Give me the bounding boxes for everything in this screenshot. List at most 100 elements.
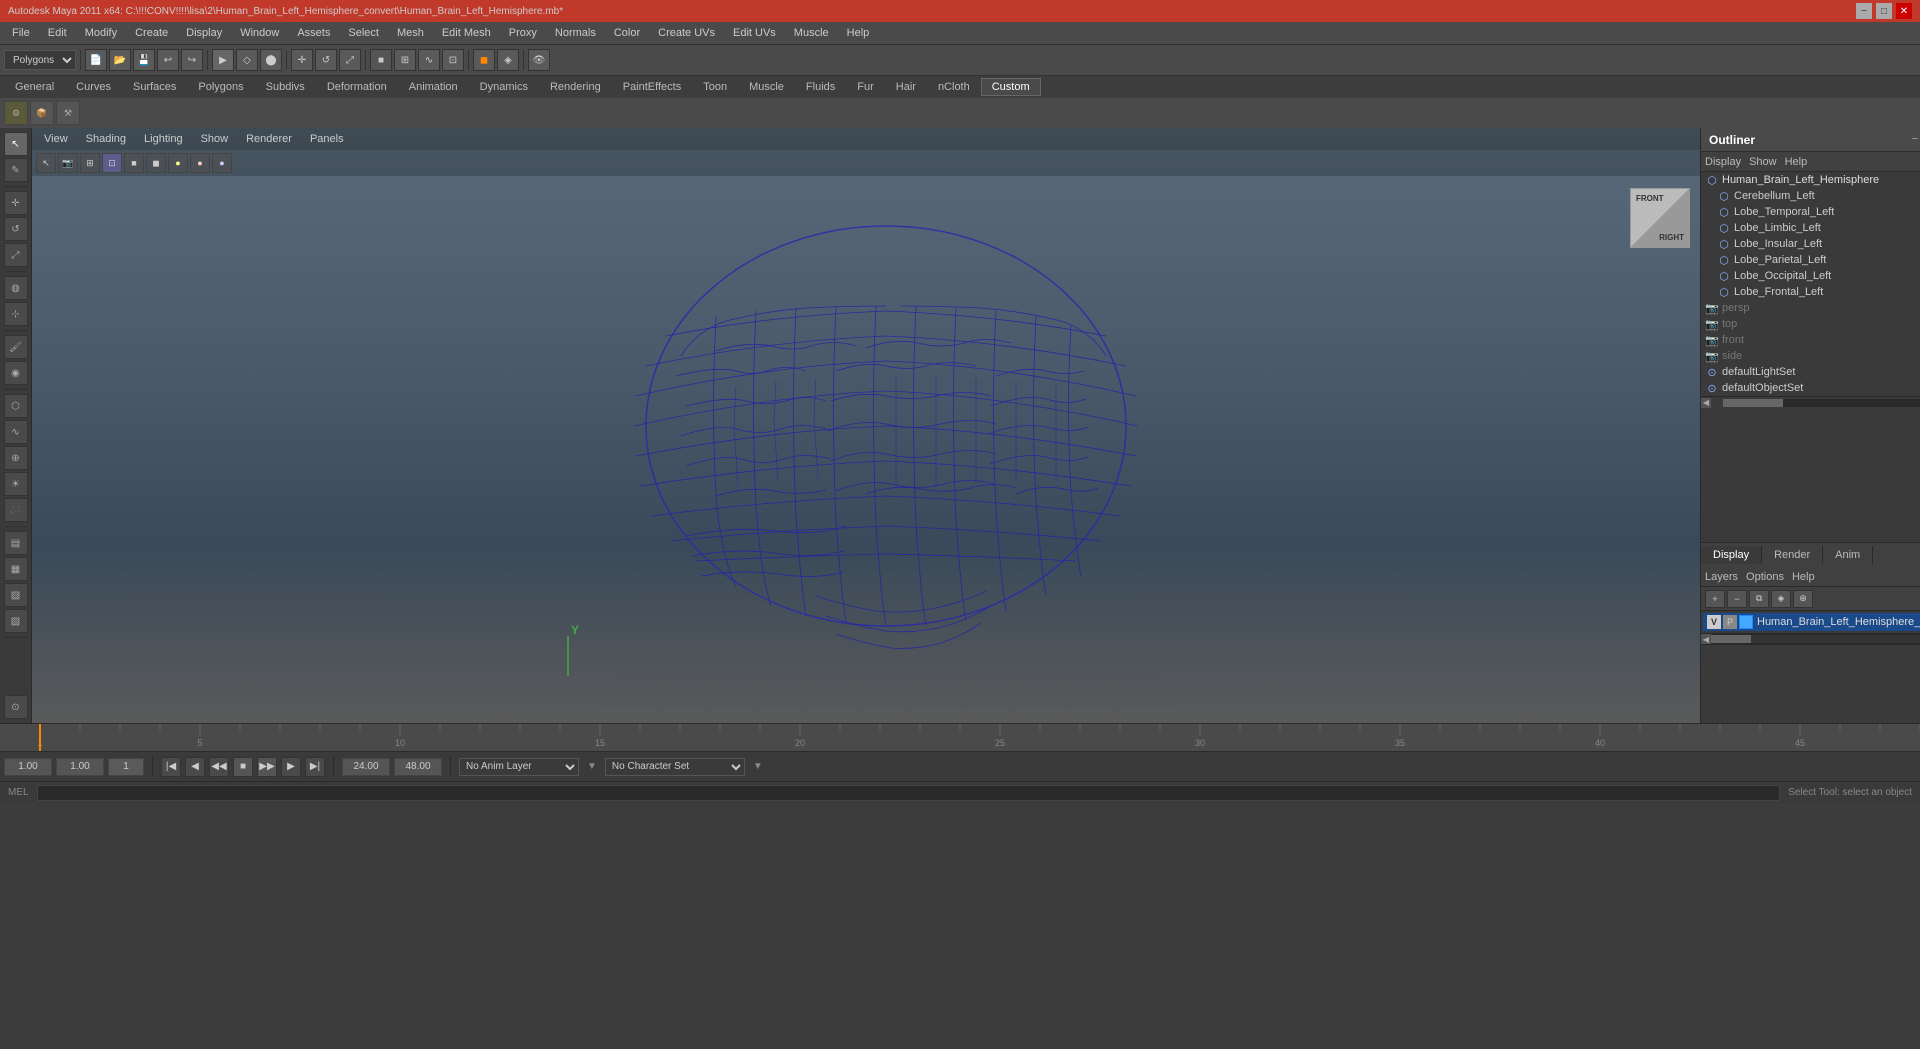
shelf-tab-muscle[interactable]: Muscle [738, 78, 795, 96]
menu-window[interactable]: Window [232, 25, 287, 41]
render-btn[interactable]: ◼ [473, 49, 495, 71]
close-button[interactable]: ✕ [1896, 3, 1912, 19]
select-tool-btn[interactable]: ▶ [212, 49, 234, 71]
start-frame-input[interactable]: 1.00 [4, 758, 52, 776]
ol-item-lightset[interactable]: ⊙ defaultLightSet [1701, 364, 1920, 380]
rotate-btn[interactable]: ↺ [315, 49, 337, 71]
menu-file[interactable]: File [4, 25, 38, 41]
layer-scroll-thumb[interactable] [1711, 635, 1751, 643]
menu-modify[interactable]: Modify [77, 25, 125, 41]
vp-grid-btn[interactable]: ⊞ [80, 153, 100, 173]
scale-tool-left[interactable]: ⤢ [4, 243, 28, 267]
shelf-tab-animation[interactable]: Animation [398, 78, 469, 96]
menu-normals[interactable]: Normals [547, 25, 604, 41]
create-poly-btn[interactable]: ⬡ [4, 394, 28, 418]
paint-weights-btn[interactable]: ◉ [4, 361, 28, 385]
menu-createuvs[interactable]: Create UVs [650, 25, 723, 41]
end-frame-input[interactable] [342, 758, 390, 776]
layer-vis-p[interactable]: P [1723, 615, 1737, 629]
create-surface-btn[interactable]: ⊕ [4, 446, 28, 470]
ol-show[interactable]: Show [1749, 156, 1777, 168]
vp-shade-btn[interactable]: ◼ [146, 153, 166, 173]
current-frame-input[interactable]: 1 [108, 758, 144, 776]
menu-muscle[interactable]: Muscle [786, 25, 837, 41]
shelf-icon-1[interactable]: ⚙ [4, 101, 28, 125]
shelf-tab-fur[interactable]: Fur [846, 78, 885, 96]
rotate-tool-left[interactable]: ↺ [4, 217, 28, 241]
vp-menu-shading[interactable]: Shading [78, 131, 134, 147]
redo-btn[interactable]: ↪ [181, 49, 203, 71]
select-tool-left[interactable]: ↖ [4, 132, 28, 156]
shelf-tab-surfaces[interactable]: Surfaces [122, 78, 187, 96]
layer-sub-layers[interactable]: Layers [1705, 571, 1738, 583]
snap-grid-btn[interactable]: ⊞ [394, 49, 416, 71]
timeline-bar[interactable]: 151015202530354045 [0, 724, 1920, 751]
prev-key-btn[interactable]: |◀ [161, 757, 181, 777]
layer-tab-display[interactable]: Display [1701, 546, 1762, 564]
ol-item-persp[interactable]: 📷 persp [1701, 300, 1920, 316]
shelf-tab-hair[interactable]: Hair [885, 78, 927, 96]
play-fwd-btn[interactable]: ▶▶ [257, 757, 277, 777]
menu-mesh[interactable]: Mesh [389, 25, 432, 41]
display-layer-btn[interactable]: ▦ [4, 557, 28, 581]
layer-tab-render[interactable]: Render [1762, 546, 1823, 564]
shelf-tab-ncloth[interactable]: nCloth [927, 78, 981, 96]
quick-sel-btn[interactable]: ⊙ [4, 695, 28, 719]
menu-edituvs[interactable]: Edit UVs [725, 25, 784, 41]
vp-wire-btn[interactable]: ⊡ [102, 153, 122, 173]
ol-display[interactable]: Display [1705, 156, 1741, 168]
snap-curve-btn[interactable]: ∿ [418, 49, 440, 71]
ol-item-brain[interactable]: ⬡ Human_Brain_Left_Hemisphere [1701, 172, 1920, 188]
stop-btn[interactable]: ■ [233, 757, 253, 777]
lasso-tool-btn[interactable]: ◇ [236, 49, 258, 71]
layer-sub-help[interactable]: Help [1792, 571, 1815, 583]
outliner-scroll-thumb[interactable] [1723, 399, 1783, 407]
vp-menu-lighting[interactable]: Lighting [136, 131, 191, 147]
ol-item-parietal[interactable]: ⬡ Lobe_Parietal_Left [1701, 252, 1920, 268]
menu-color[interactable]: Color [606, 25, 648, 41]
layer-del-btn[interactable]: − [1727, 590, 1747, 608]
vp-light3-btn[interactable]: ● [212, 153, 232, 173]
shelf-tab-rendering[interactable]: Rendering [539, 78, 612, 96]
menu-select[interactable]: Select [340, 25, 387, 41]
scale-btn[interactable]: ⤢ [339, 49, 361, 71]
maximize-button[interactable]: □ [1876, 3, 1892, 19]
layer-copy-btn[interactable]: ⧉ [1749, 590, 1769, 608]
create-curve-btn[interactable]: ∿ [4, 420, 28, 444]
menu-create[interactable]: Create [127, 25, 176, 41]
timeline[interactable]: 151015202530354045 [0, 723, 1920, 751]
anim-layer-select[interactable]: No Anim Layer [459, 758, 579, 776]
layer-sel-btn[interactable]: ◈ [1771, 590, 1791, 608]
menu-display[interactable]: Display [178, 25, 230, 41]
show-manip-btn[interactable]: ⊹ [4, 302, 28, 326]
ol-item-cerebellum[interactable]: ⬡ Cerebellum_Left [1701, 188, 1920, 204]
shelf-tab-dynamics[interactable]: Dynamics [469, 78, 539, 96]
menu-assets[interactable]: Assets [289, 25, 338, 41]
shelf-tab-curves[interactable]: Curves [65, 78, 122, 96]
soft-select-btn[interactable]: ◍ [4, 276, 28, 300]
shelf-tab-general[interactable]: General [4, 78, 65, 96]
next-frame-btn[interactable]: ▶ [281, 757, 301, 777]
layer-vis-v[interactable]: V [1707, 615, 1721, 629]
layer-row-brain[interactable]: V P Human_Brain_Left_Hemisphere_layer [1703, 613, 1920, 631]
ol-item-front[interactable]: 📷 front [1701, 332, 1920, 348]
vp-light2-btn[interactable]: ● [190, 153, 210, 173]
ol-item-insular[interactable]: ⬡ Lobe_Insular_Left [1701, 236, 1920, 252]
ol-item-limbic[interactable]: ⬡ Lobe_Limbic_Left [1701, 220, 1920, 236]
paint-select-btn[interactable]: ⬤ [260, 49, 282, 71]
render-layer-btn[interactable]: ▨ [4, 609, 28, 633]
vp-menu-view[interactable]: View [36, 131, 76, 147]
outliner-minimize[interactable]: − [1912, 133, 1918, 146]
undo-btn[interactable]: ↩ [157, 49, 179, 71]
shelf-tab-fluids[interactable]: Fluids [795, 78, 846, 96]
play-back-btn[interactable]: ◀◀ [209, 757, 229, 777]
vp-solid-btn[interactable]: ■ [124, 153, 144, 173]
layer-hscrollbar[interactable]: ◀ ▶ [1701, 633, 1920, 645]
move-tool-left[interactable]: ✛ [4, 191, 28, 215]
outliner-scroll-track[interactable] [1723, 399, 1920, 407]
ol-item-occipital[interactable]: ⬡ Lobe_Occipital_Left [1701, 268, 1920, 284]
menu-editmesh[interactable]: Edit Mesh [434, 25, 499, 41]
shelf-tab-subdivs[interactable]: Subdivs [255, 78, 316, 96]
layer-scroll-track[interactable] [1711, 635, 1920, 643]
outliner-hscrollbar[interactable]: ◀ ▶ [1701, 396, 1920, 408]
